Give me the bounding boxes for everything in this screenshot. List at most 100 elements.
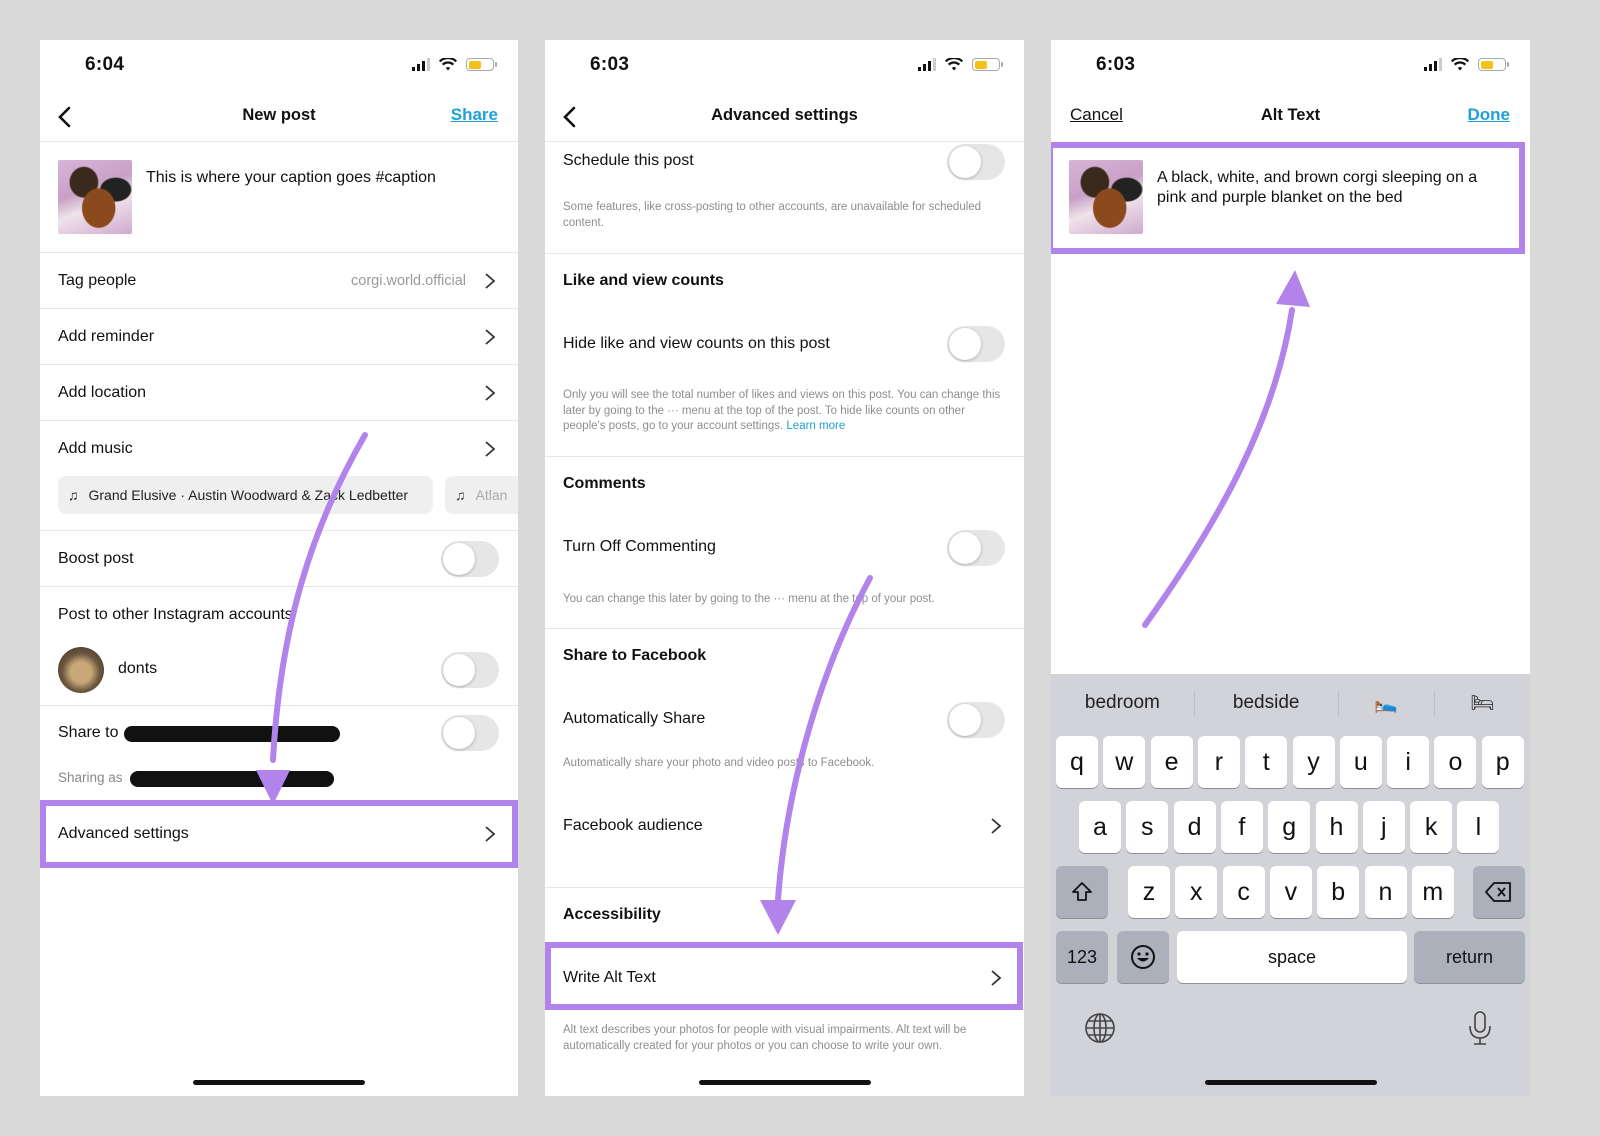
done-button[interactable]: Done [1468, 105, 1511, 125]
nav-bar: Advanced settings [545, 92, 1024, 142]
comments-note: You can change this later by going to th… [563, 593, 935, 605]
add-music-row[interactable]: Add music [40, 421, 518, 477]
key-t[interactable]: t [1245, 736, 1288, 788]
page-title: Alt Text [1260, 106, 1321, 124]
account-toggle[interactable] [441, 652, 499, 688]
shift-key[interactable] [1056, 866, 1108, 918]
key-a[interactable]: a [1079, 801, 1121, 853]
key-h[interactable]: h [1315, 801, 1358, 853]
suggestion-emoji[interactable]: 🛏 [1435, 691, 1530, 715]
highlight-box [545, 942, 1023, 1010]
key-b[interactable]: b [1317, 866, 1360, 918]
suggestion-emoji[interactable]: 🛌 [1339, 691, 1434, 715]
return-key[interactable]: return [1414, 931, 1525, 983]
auto-share-toggle[interactable] [947, 702, 1005, 738]
redacted-account [130, 771, 334, 787]
suggestion-bar: bedroom bedside 🛌 🛏 [1051, 674, 1530, 732]
hide-counts-toggle[interactable] [947, 326, 1005, 362]
key-u[interactable]: u [1339, 736, 1382, 788]
suggestion[interactable]: bedroom [1051, 692, 1194, 714]
key-e[interactable]: e [1150, 736, 1193, 788]
music-chip[interactable]: ♫ Atlan [445, 476, 518, 514]
tag-people-value: corgi.world.official [351, 272, 466, 289]
wifi-icon [1451, 58, 1469, 71]
caption-input[interactable]: This is where your caption goes #caption [146, 169, 436, 187]
home-indicator [1204, 1080, 1377, 1085]
add-reminder-label: Add reminder [58, 327, 155, 345]
backspace-icon [1485, 882, 1511, 902]
chevron-right-icon [485, 384, 496, 401]
chevron-right-icon [485, 328, 496, 345]
tag-people-row[interactable]: Tag people corgi.world.official [40, 253, 518, 309]
key-q[interactable]: q [1056, 736, 1098, 788]
key-x[interactable]: x [1175, 866, 1218, 918]
boost-post-toggle[interactable] [441, 540, 499, 577]
comments-section-title: Comments [563, 475, 646, 492]
add-location-row[interactable]: Add location [40, 365, 518, 421]
key-d[interactable]: d [1173, 801, 1216, 853]
tag-people-label: Tag people [58, 271, 137, 289]
status-time: 6:03 [590, 54, 630, 75]
key-p[interactable]: p [1481, 736, 1524, 788]
status-time: 6:03 [1096, 54, 1136, 75]
other-accounts-row: Post to other Instagram accounts [40, 587, 518, 643]
key-f[interactable]: f [1220, 801, 1263, 853]
chevron-right-icon [485, 441, 496, 457]
commenting-toggle[interactable] [947, 530, 1005, 566]
learn-more-link[interactable]: Learn more [786, 420, 845, 432]
suggestion[interactable]: bedside [1195, 692, 1338, 714]
like-counts-note-text: Only you will see the total number of li… [563, 389, 1001, 432]
status-bar: 6:04 [40, 40, 518, 92]
emoji-key[interactable] [1117, 931, 1169, 983]
music-chip-label: Atlan [475, 487, 508, 503]
delete-key[interactable] [1473, 866, 1525, 918]
key-g[interactable]: g [1268, 801, 1311, 853]
boost-post-label: Boost post [58, 549, 134, 567]
key-w[interactable]: w [1103, 736, 1146, 788]
cellular-signal-icon [412, 58, 430, 71]
key-r[interactable]: r [1197, 736, 1240, 788]
key-i[interactable]: i [1387, 736, 1430, 788]
key-n[interactable]: n [1364, 866, 1407, 918]
status-bar: 6:03 [1051, 40, 1530, 92]
battery-icon [1478, 58, 1509, 71]
space-key[interactable]: space [1177, 931, 1407, 983]
cellular-signal-icon [1424, 58, 1442, 71]
avatar [58, 647, 104, 693]
key-o[interactable]: o [1434, 736, 1477, 788]
numbers-key[interactable]: 123 [1056, 931, 1108, 983]
key-l[interactable]: l [1457, 801, 1500, 853]
key-c[interactable]: c [1222, 866, 1265, 918]
like-counts-note: Only you will see the total number of li… [563, 388, 1002, 435]
share-to-toggle[interactable] [441, 715, 499, 751]
key-m[interactable]: m [1411, 866, 1454, 918]
key-v[interactable]: v [1269, 866, 1312, 918]
key-j[interactable]: j [1362, 801, 1405, 853]
cellular-signal-icon [918, 58, 936, 71]
schedule-note: Some features, like cross-posting to oth… [563, 201, 982, 229]
key-y[interactable]: y [1292, 736, 1335, 788]
divider [545, 253, 1024, 254]
share-button[interactable]: Share [451, 105, 498, 125]
add-music-label: Add music [58, 440, 133, 457]
divider [40, 705, 518, 706]
alt-text-screen: 6:03 Cancel Alt Text Done A black, white… [1051, 40, 1530, 1096]
schedule-toggle[interactable] [947, 144, 1005, 180]
key-k[interactable]: k [1410, 801, 1453, 853]
boost-post-row: Boost post [40, 531, 518, 587]
add-reminder-row[interactable]: Add reminder [40, 309, 518, 365]
divider [545, 887, 1024, 888]
sharing-as-label: Sharing as [58, 770, 123, 785]
facebook-audience-label: Facebook audience [563, 817, 703, 834]
redacted-account [124, 726, 340, 742]
page-title: New post [242, 106, 316, 124]
music-note-icon: ♫ [68, 487, 79, 503]
key-z[interactable]: z [1128, 866, 1170, 918]
globe-icon[interactable] [1084, 1012, 1116, 1044]
music-chip[interactable]: ♫ Grand Elusive · Austin Woodward & Zack… [58, 476, 433, 514]
microphone-icon[interactable] [1467, 1010, 1493, 1046]
facebook-audience-row[interactable]: Facebook audience [545, 798, 1024, 854]
home-indicator [698, 1080, 871, 1085]
chevron-right-icon [485, 272, 496, 289]
key-s[interactable]: s [1126, 801, 1169, 853]
